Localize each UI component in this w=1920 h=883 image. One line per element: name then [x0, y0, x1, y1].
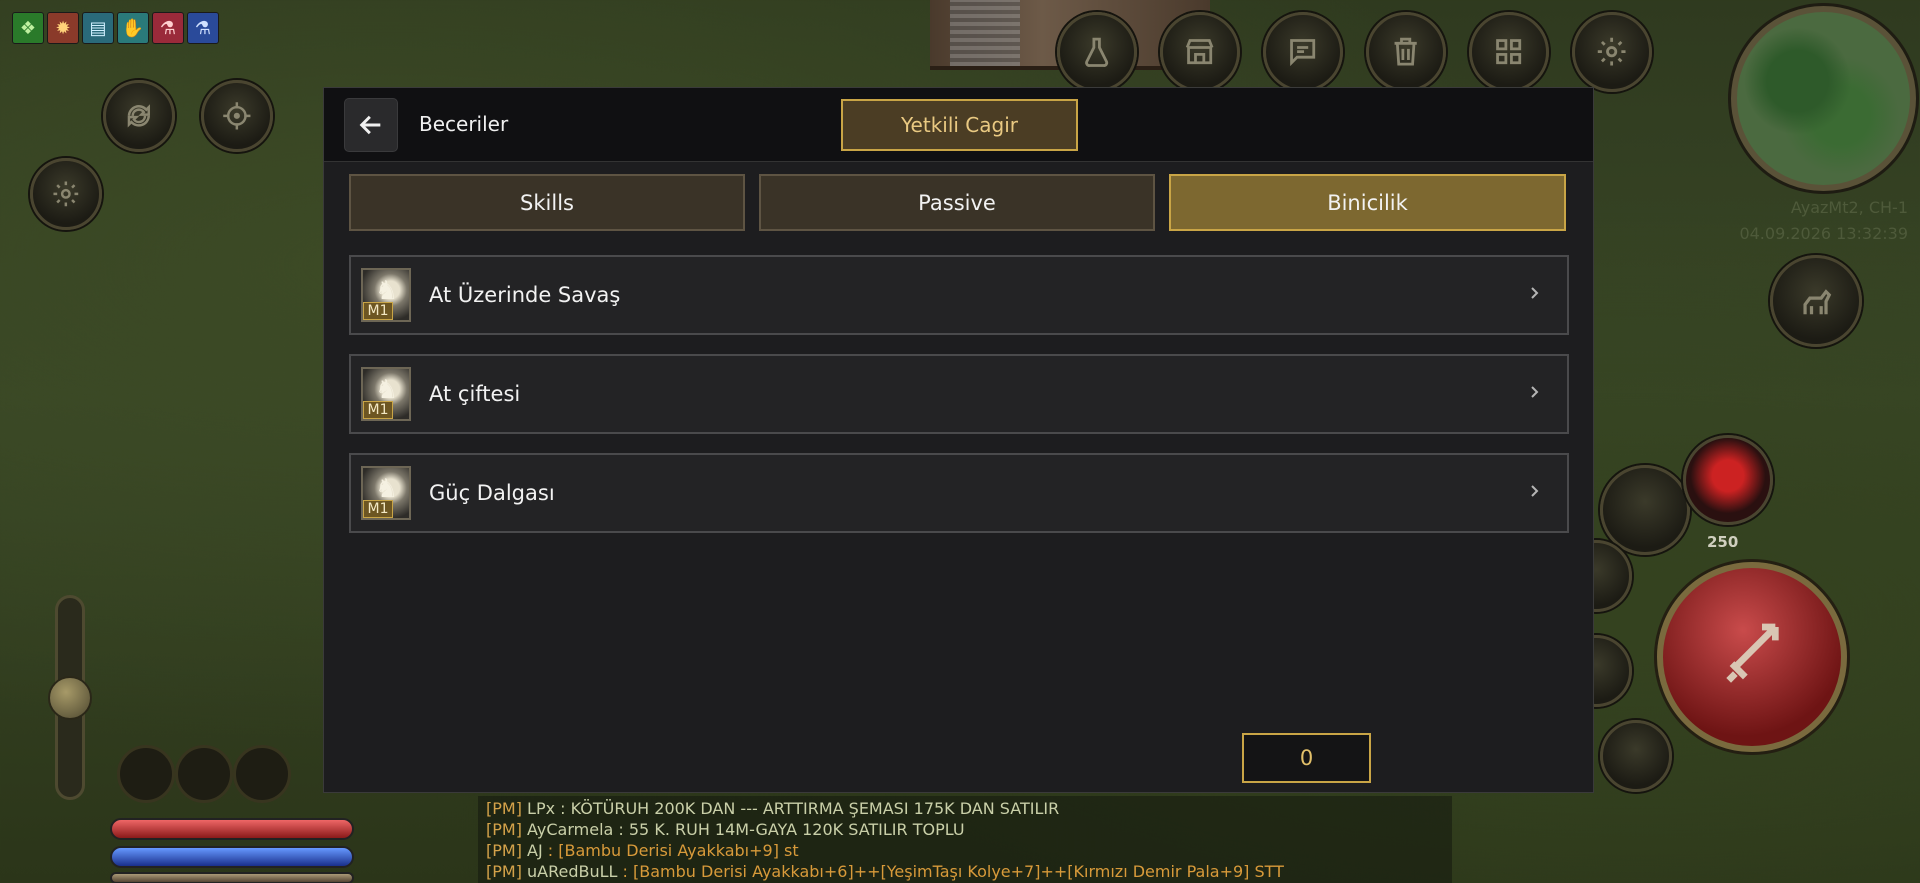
- target-button[interactable]: [201, 80, 273, 152]
- chat-sender[interactable]: LPx: [527, 799, 555, 818]
- menu-grid-button[interactable]: [1469, 12, 1549, 92]
- chat-text: : [Bambu Derisi Ayakkabı+6]++[YeşimTaşı …: [617, 862, 1284, 881]
- skill-slot-button[interactable]: [1600, 465, 1690, 555]
- flask-icon: [1085, 38, 1109, 68]
- panel-header: Beceriler Yetkili Cagir: [324, 88, 1593, 162]
- server-info: AyazMt2, CH-1 04.09.2026 13:32:39: [1739, 195, 1908, 247]
- tab-skills[interactable]: Skills: [349, 174, 745, 231]
- store-icon: [1186, 39, 1214, 65]
- xp-bar: [110, 872, 354, 883]
- chevron-right-icon: [1531, 386, 1539, 398]
- skill-slot-button-4[interactable]: [1600, 720, 1672, 792]
- chat-prefix: [PM]: [486, 820, 522, 839]
- skill-name: At çiftesi: [429, 382, 521, 406]
- skill-points-counter: 0: [1242, 733, 1371, 783]
- sun-buff-icon: ✹: [47, 12, 79, 44]
- horse-icon: [1803, 288, 1831, 314]
- chevron-right-icon: [1531, 287, 1539, 299]
- skill-name: Güç Dalgası: [429, 481, 555, 505]
- trash-icon: [1394, 38, 1418, 66]
- chat-prefix: [PM]: [486, 841, 522, 860]
- skill-level-badge: M1: [363, 401, 393, 419]
- horse-combat-skill-icon: ♞ M1: [361, 268, 411, 322]
- mount-button[interactable]: [1770, 255, 1862, 347]
- alchemy-button[interactable]: [1057, 12, 1137, 92]
- server-name: AyazMt2, CH-1: [1790, 198, 1908, 217]
- skill-list: ♞ M1 At Üzerinde Savaş ♞ M1 At çiftesi ♞…: [349, 255, 1569, 552]
- grid-icon: [1496, 39, 1522, 65]
- tab-binicilik[interactable]: Binicilik: [1169, 174, 1566, 231]
- quick-slot[interactable]: [175, 745, 233, 803]
- skill-level-badge: M1: [363, 302, 393, 320]
- crosshair-icon: [223, 102, 251, 130]
- quick-slot[interactable]: [117, 745, 175, 803]
- chat-log: [PM] LPx : KÖTÜRUH 200K DAN --- ARTTIRMA…: [478, 796, 1452, 883]
- chat-sender[interactable]: uARedBuLL: [527, 862, 617, 881]
- gear-icon: [53, 181, 79, 207]
- attack-button[interactable]: [1657, 562, 1847, 752]
- skill-name: At Üzerinde Savaş: [429, 283, 621, 307]
- chat-sender[interactable]: AyCarmela: [527, 820, 613, 839]
- chat-prefix: [PM]: [486, 799, 522, 818]
- skill-row[interactable]: ♞ M1 At Üzerinde Savaş: [349, 255, 1569, 335]
- chat-line: [PM] LPx : KÖTÜRUH 200K DAN --- ARTTIRMA…: [486, 798, 1444, 819]
- skill-tabs: Skills Passive Binicilik: [349, 174, 1566, 231]
- blue-potion-buff-icon: ⚗: [187, 12, 219, 44]
- server-datetime: 04.09.2026 13:32:39: [1739, 224, 1908, 243]
- refresh-icon: [127, 104, 151, 128]
- skill-level-badge: M1: [363, 500, 393, 518]
- skills-panel: Beceriler Yetkili Cagir Skills Passive B…: [323, 87, 1594, 793]
- chat-icon: [1290, 39, 1316, 67]
- quick-slots: [117, 745, 291, 803]
- chat-prefix: [PM]: [486, 862, 522, 881]
- left-settings-button[interactable]: [30, 158, 102, 230]
- chevron-right-icon: [1531, 485, 1539, 497]
- chat-line: [PM] AJ : [Bambu Derisi Ayakkabı+9] st: [486, 840, 1444, 861]
- power-wave-skill-icon: ♞ M1: [361, 466, 411, 520]
- minimap[interactable]: [1731, 6, 1916, 191]
- hp-bar: [110, 818, 354, 840]
- green-dragon-buff-icon: ❖: [12, 12, 44, 44]
- tab-passive[interactable]: Passive: [759, 174, 1155, 231]
- panel-title: Beceriler: [419, 112, 509, 136]
- buff-bar: ❖ ✹ ▤ ✋ ⚗ ⚗: [12, 12, 219, 44]
- chat-text: : 55 K. RUH 14M-GAYA 120K SATILIR TOPLU: [613, 820, 965, 839]
- gear-icon: [1598, 38, 1626, 66]
- trash-button[interactable]: [1366, 12, 1446, 92]
- settings-button[interactable]: [1572, 12, 1652, 92]
- skill-row[interactable]: ♞ M1 At çiftesi: [349, 354, 1569, 434]
- auto-refresh-button[interactable]: [103, 80, 175, 152]
- horse-kick-skill-icon: ♞ M1: [361, 367, 411, 421]
- quick-slot[interactable]: [233, 745, 291, 803]
- chat-button[interactable]: [1263, 12, 1343, 92]
- potion-count: 250: [1707, 533, 1739, 551]
- back-button[interactable]: [344, 98, 398, 152]
- chat-text: : KÖTÜRUH 200K DAN --- ARTTIRMA ŞEMASI 1…: [555, 799, 1060, 818]
- shop-button[interactable]: [1160, 12, 1240, 92]
- chat-line: [PM] AyCarmela : 55 K. RUH 14M-GAYA 120K…: [486, 819, 1444, 840]
- red-potion-button[interactable]: [1683, 435, 1773, 525]
- call-gm-button[interactable]: Yetkili Cagir: [841, 99, 1078, 151]
- chat-sender[interactable]: AJ: [527, 841, 543, 860]
- scroll-buff-icon: ▤: [82, 12, 114, 44]
- chat-text: : [Bambu Derisi Ayakkabı+9] st: [542, 841, 799, 860]
- camera-zoom-knob[interactable]: [48, 676, 92, 720]
- chat-line: [PM] uARedBuLL : [Bambu Derisi Ayakkabı+…: [486, 861, 1444, 882]
- mp-bar: [110, 846, 354, 868]
- sword-icon: [1726, 623, 1779, 683]
- skill-row[interactable]: ♞ M1 Güç Dalgası: [349, 453, 1569, 533]
- red-potion-buff-icon: ⚗: [152, 12, 184, 44]
- arrow-left-icon: [359, 115, 381, 135]
- hand-buff-icon: ✋: [117, 12, 149, 44]
